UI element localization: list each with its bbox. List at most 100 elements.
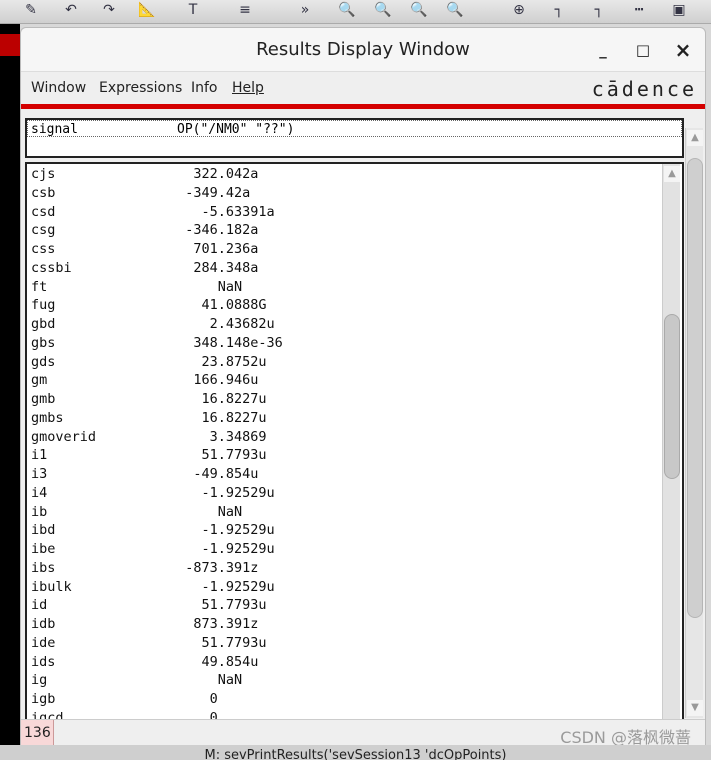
pencil-icon[interactable]: ✎	[22, 2, 40, 18]
add-instance-icon[interactable]: ⊕	[510, 2, 528, 18]
result-row[interactable]: igcd 0	[27, 709, 660, 719]
bus-icon[interactable]: ┅	[630, 2, 648, 18]
menu-expressions[interactable]: Expressions	[99, 80, 182, 96]
result-row[interactable]: i3 -49.854u	[27, 465, 660, 484]
minimize-button[interactable]: _	[593, 28, 613, 72]
result-row[interactable]: ibs -873.391z	[27, 559, 660, 578]
redo-icon[interactable]: ↷	[100, 2, 118, 18]
result-row[interactable]: ib NaN	[27, 503, 660, 522]
parameter-name: ft	[31, 278, 48, 295]
parameter-name: ig	[31, 672, 48, 689]
result-row[interactable]: ig NaN	[27, 671, 660, 690]
result-row[interactable]: ide 51.7793u	[27, 634, 660, 653]
results-list: cjs 322.042a csb -349.42a csd -5.63391a csg -34…	[25, 162, 684, 719]
parameter-name: cjs	[31, 166, 56, 182]
result-row[interactable]: ibd -1.92529u	[27, 521, 660, 540]
menu-bar: Window Expressions Info Help cādence	[21, 72, 705, 104]
wire-icon[interactable]: ┐	[550, 2, 568, 18]
parameter-name: ids	[31, 653, 56, 670]
parameter-name: fug	[31, 297, 56, 314]
parameter-name: ibe	[31, 541, 56, 557]
parameter-value: 701.236a	[193, 241, 259, 257]
scrollbar-thumb[interactable]	[664, 314, 680, 479]
signal-expression: OP("/NM0" "??")	[177, 122, 295, 137]
divider	[21, 104, 705, 109]
result-row[interactable]: idb 873.391z	[27, 615, 660, 634]
parameter-value: 322.042a	[193, 166, 259, 182]
parameter-value: NaN	[217, 278, 243, 295]
parameter-value: 41.0888G	[201, 297, 267, 314]
parameter-value: -349.42a	[185, 184, 251, 201]
parameter-value: 16.8227u	[201, 391, 267, 407]
result-row[interactable]: ft NaN	[27, 278, 660, 297]
close-button[interactable]: ×	[673, 28, 693, 72]
result-row[interactable]: gbs 348.148e-36	[27, 334, 660, 353]
pin-icon[interactable]: ┐	[590, 2, 608, 18]
results-display-window: Results Display Window _ □ × Window Expr…	[20, 27, 706, 747]
parameter-value: 3.34869	[209, 428, 267, 445]
parameter-value: 51.7793u	[201, 447, 267, 464]
result-row[interactable]: gbd 2.43682u	[27, 315, 660, 334]
text-icon[interactable]: T	[184, 2, 202, 18]
result-row[interactable]: ids 49.854u	[27, 653, 660, 672]
result-row[interactable]: gmb 16.8227u	[27, 390, 660, 409]
parameter-value: 16.8227u	[201, 409, 267, 426]
maximize-button[interactable]: □	[633, 28, 653, 72]
parameter-name: id	[31, 597, 48, 614]
menu-window[interactable]: Window	[31, 80, 86, 96]
signal-row[interactable]: signal OP("/NM0" "??")	[27, 120, 682, 137]
parameter-name: idb	[31, 616, 56, 632]
menu-info[interactable]: Info	[191, 80, 218, 96]
zoom-out-icon[interactable]: 🔍	[374, 2, 392, 18]
scroll-down-arrow-icon[interactable]: ▼	[687, 700, 703, 716]
parameter-value: -1.92529u	[201, 522, 275, 539]
result-row[interactable]: csg -346.182a	[27, 221, 660, 240]
result-row[interactable]: fug 41.0888G	[27, 296, 660, 315]
list-scrollbar[interactable]: ▲	[662, 164, 680, 719]
parameter-name: csd	[31, 203, 56, 220]
zoom-select-icon[interactable]: 🔍	[446, 2, 464, 18]
scrollbar-thumb[interactable]	[687, 158, 703, 618]
undo-icon[interactable]: ↶	[62, 2, 80, 18]
parameter-value: -346.182a	[185, 222, 259, 239]
parameter-name: gds	[31, 353, 56, 370]
cadence-logo: cādence	[591, 77, 697, 101]
parameter-value: NaN	[217, 672, 243, 689]
device-icon[interactable]: ▣	[670, 2, 688, 18]
parameter-value: -1.92529u	[201, 484, 275, 501]
result-row[interactable]: igb 0	[27, 690, 660, 709]
result-row[interactable]: css 701.236a	[27, 240, 660, 259]
parameter-name: igb	[31, 691, 56, 707]
result-row[interactable]: i4 -1.92529u	[27, 484, 660, 503]
parameter-value: 49.854u	[201, 653, 259, 670]
result-row[interactable]: gmbs 16.8227u	[27, 409, 660, 428]
parameter-value: 51.7793u	[201, 634, 267, 651]
signal-label: signal	[31, 122, 78, 137]
dropdown-button[interactable]	[0, 34, 20, 56]
parameter-value: 284.348a	[193, 259, 259, 276]
result-row[interactable]: cjs 322.042a	[27, 165, 660, 184]
window-scrollbar[interactable]: ▲ ▼	[685, 128, 703, 718]
result-row[interactable]: ibe -1.92529u	[27, 540, 660, 559]
parameter-value: 0	[209, 691, 218, 707]
more-tools-button[interactable]: »	[296, 2, 314, 18]
result-row[interactable]: id 51.7793u	[27, 596, 660, 615]
result-row[interactable]: csd -5.63391a	[27, 203, 660, 222]
result-row[interactable]: i1 51.7793u	[27, 446, 660, 465]
result-row[interactable]: gds 23.8752u	[27, 353, 660, 372]
parameter-value: -1.92529u	[201, 578, 275, 595]
menu-help[interactable]: Help	[232, 80, 264, 96]
scroll-up-arrow-icon[interactable]: ▲	[687, 130, 703, 146]
title-bar: Results Display Window _ □ ×	[21, 28, 705, 72]
result-row[interactable]: cssbi 284.348a	[27, 259, 660, 278]
align-icon[interactable]: ≡	[236, 2, 254, 18]
result-row[interactable]: csb -349.42a	[27, 184, 660, 203]
zoom-fit-icon[interactable]: 🔍	[410, 2, 428, 18]
zoom-in-icon[interactable]: 🔍	[338, 2, 356, 18]
result-row[interactable]: ibulk -1.92529u	[27, 578, 660, 597]
ruler-icon[interactable]: 📐	[138, 2, 156, 18]
result-row[interactable]: gm 166.946u	[27, 371, 660, 390]
scroll-up-arrow-icon[interactable]: ▲	[664, 166, 680, 182]
parameter-name: gmoverid	[31, 428, 97, 445]
result-row[interactable]: gmoverid 3.34869	[27, 428, 660, 447]
